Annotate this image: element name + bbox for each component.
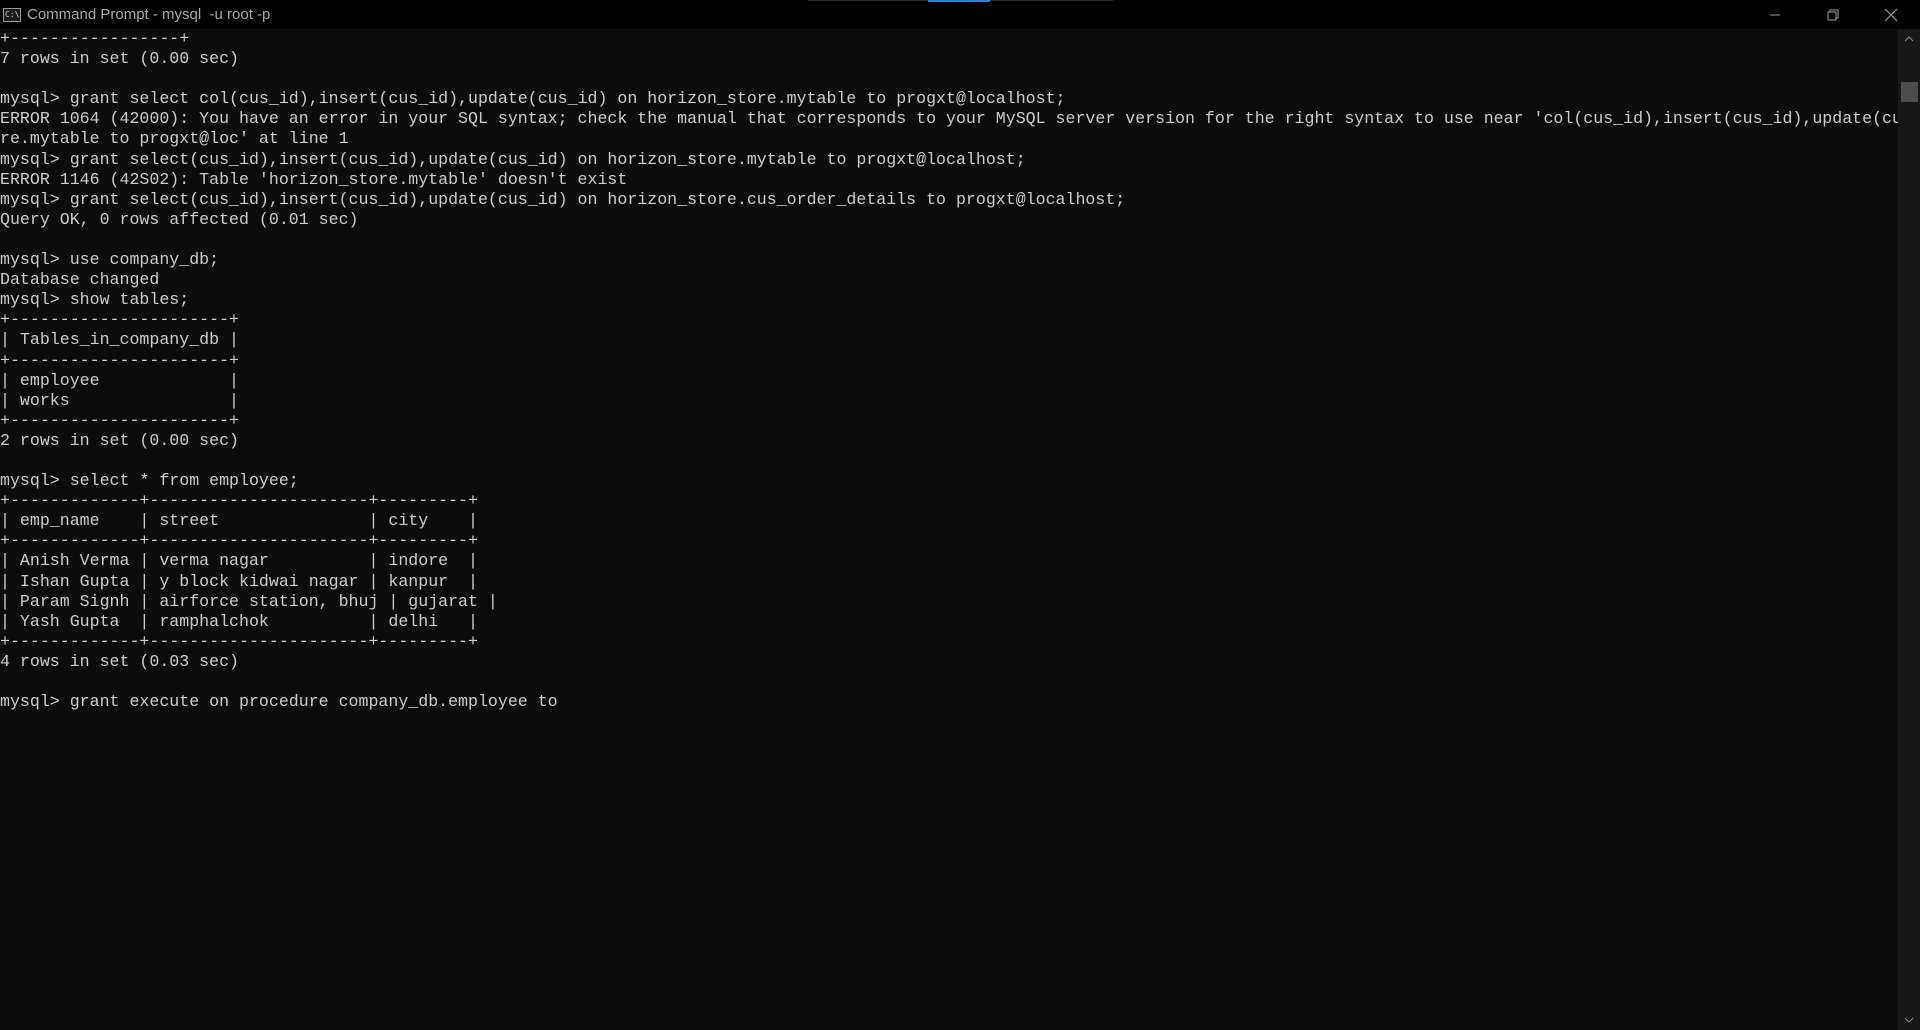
console-line: | employee | xyxy=(0,370,239,390)
console-line: mysql> show tables; xyxy=(0,290,190,310)
chevron-up-icon xyxy=(1904,36,1914,42)
console-line: | Tables_in_company_db | xyxy=(0,330,239,350)
vertical-scrollbar[interactable] xyxy=(1898,29,1920,1030)
console-line: | Yash Gupta | ramphalchok | delhi | xyxy=(0,611,478,631)
console-line: mysql> select * from employee; xyxy=(0,471,299,491)
console-line: | Param Signh | airforce station, bhuj |… xyxy=(0,591,498,611)
console-line: +----------------------+ xyxy=(0,350,239,370)
console-line: mysql> grant select col(cus_id),insert(c… xyxy=(0,89,1066,109)
console-line: | emp_name | street | city | xyxy=(0,511,478,531)
command-prompt-window: C:\ Command Prompt - mysql -u root -p +-… xyxy=(0,0,1920,1030)
minimize-icon xyxy=(1770,14,1780,15)
console-line: 2 rows in set (0.00 sec) xyxy=(0,430,239,450)
console-line: +-------------+----------------------+--… xyxy=(0,491,478,511)
console-line: | Anish Verma | verma nagar | indore | xyxy=(0,551,478,571)
console-line: 4 rows in set (0.03 sec) xyxy=(0,651,239,671)
console-line: ERROR 1146 (42S02): Table 'horizon_store… xyxy=(0,169,628,189)
restore-button[interactable] xyxy=(1804,0,1862,29)
console-line: +----------------------+ xyxy=(0,410,239,430)
console-line: | works | xyxy=(0,390,239,410)
close-icon xyxy=(1884,8,1898,21)
console-line: mysql> use company_db; xyxy=(0,250,220,270)
console-line: +----------------------+ xyxy=(0,310,239,330)
console-line: re.mytable to progxt@loc' at line 1 xyxy=(0,129,349,149)
scrollbar-thumb[interactable] xyxy=(1901,82,1918,102)
minimize-button[interactable] xyxy=(1746,0,1804,29)
chevron-down-icon xyxy=(1904,1017,1914,1023)
console-line: +-----------------+ xyxy=(0,29,190,48)
console-prompt-line[interactable]: mysql> grant execute on procedure compan… xyxy=(0,692,1898,712)
close-button[interactable] xyxy=(1862,0,1920,29)
console-line: 7 rows in set (0.00 sec) xyxy=(0,49,239,69)
scroll-down-button[interactable] xyxy=(1898,1010,1920,1030)
title-bar[interactable]: C:\ Command Prompt - mysql -u root -p xyxy=(0,0,1920,29)
console-line: Database changed xyxy=(0,270,160,290)
scroll-up-button[interactable] xyxy=(1898,29,1920,49)
window-controls xyxy=(1746,0,1920,29)
console-output[interactable]: +-----------------+ 7 rows in set (0.00 … xyxy=(0,29,1898,1030)
restore-icon xyxy=(1827,9,1839,20)
console-line: | Ishan Gupta | y block kidwai nagar | k… xyxy=(0,571,478,591)
console-line: Query OK, 0 rows affected (0.01 sec) xyxy=(0,209,359,229)
console-line: +-------------+----------------------+--… xyxy=(0,531,478,551)
terminal-app-icon[interactable]: C:\ xyxy=(3,7,21,22)
title-bar-accent xyxy=(928,0,990,2)
console-line: mysql> grant select(cus_id),insert(cus_i… xyxy=(0,149,1026,169)
window-title: Command Prompt - mysql -u root -p xyxy=(27,6,271,23)
console-line: mysql> grant select(cus_id),insert(cus_i… xyxy=(0,189,1126,209)
console-line: ERROR 1064 (42000): You have an error in… xyxy=(0,109,1898,129)
console-line: +-------------+----------------------+--… xyxy=(0,631,478,651)
